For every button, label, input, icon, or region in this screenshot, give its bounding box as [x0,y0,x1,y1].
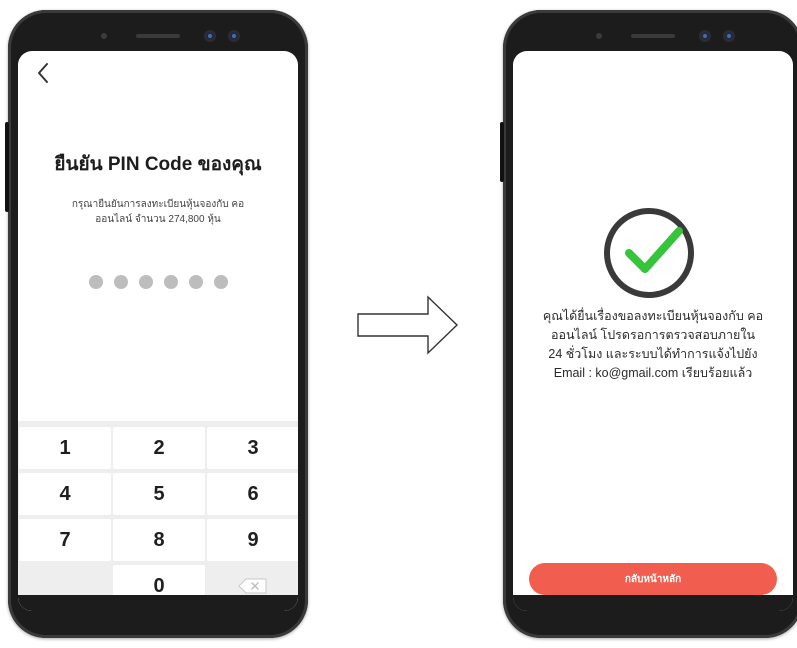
numeric-keypad: 1 2 3 4 5 6 7 8 9 0 [18,421,298,611]
key-1[interactable]: 1 [19,427,111,469]
success-message-line: ออนไลน์ โปรดรอการตรวจสอบภายใน [550,328,755,342]
front-camera-icon [699,30,711,42]
phone-pin-entry: ยืนยัน PIN Code ของคุณ กรุณายืนยันการลงท… [5,10,308,638]
backspace-icon [238,578,267,594]
key-9[interactable]: 9 [207,519,298,561]
page-title: ยืนยัน PIN Code ของคุณ [54,154,262,175]
key-7[interactable]: 7 [19,519,111,561]
phone-side-button [500,122,504,182]
success-message-line: 24 ชั่วโมง และระบบได้ทำการแจ้งไปยัง [548,347,758,361]
key-5[interactable]: 5 [113,473,205,515]
check-circle-icon [604,208,694,298]
key-6[interactable]: 6 [207,473,298,515]
back-button[interactable] [32,59,56,87]
pin-screen: ยืนยัน PIN Code ของคุณ กรุณายืนยันการลงท… [18,51,298,611]
nav-bar [513,595,793,611]
pin-dots [18,275,298,289]
key-8[interactable]: 8 [113,519,205,561]
key-2[interactable]: 2 [113,427,205,469]
pin-dot [188,275,203,289]
front-camera-icon [204,30,216,42]
pin-dot [113,275,128,289]
nav-bar [18,595,298,611]
phone-success: คุณได้ยื่นเรื่องขอลงทะเบียนหุ้นจองกับ คอ… [500,10,797,638]
pin-dot [138,275,153,289]
key-4[interactable]: 4 [19,473,111,515]
front-camera-icon [228,30,240,42]
phone-side-button [5,122,9,212]
pin-dot [163,275,178,289]
front-camera-icon [723,30,735,42]
chevron-left-icon [38,63,48,83]
pin-dot [213,275,228,289]
earpiece-speaker [136,34,180,38]
success-message-line: Email : ko@gmail.com เรียบร้อยแล้ว [553,366,753,380]
pin-dot [88,275,103,289]
phone-top-bar [8,24,308,50]
right-arrow-icon [357,295,459,355]
key-3[interactable]: 3 [207,427,298,469]
success-screen: คุณได้ยื่นเรื่องขอลงทะเบียนหุ้นจองกับ คอ… [513,51,793,611]
phone-top-bar [503,24,797,50]
pin-description: กรุณายืนยันการลงทะเบียนหุ้นจองกับ คอ ออน… [71,199,245,225]
back-to-home-button[interactable]: กลับหน้าหลัก [529,563,777,595]
sensor-dot [596,33,602,39]
success-message-line: คุณได้ยื่นเรื่องขอลงทะเบียนหุ้นจองกับ คอ [542,309,764,323]
earpiece-speaker [631,34,675,38]
sensor-dot [101,33,107,39]
success-message: คุณได้ยื่นเรื่องขอลงทะเบียนหุ้นจองกับ คอ… [531,307,775,383]
